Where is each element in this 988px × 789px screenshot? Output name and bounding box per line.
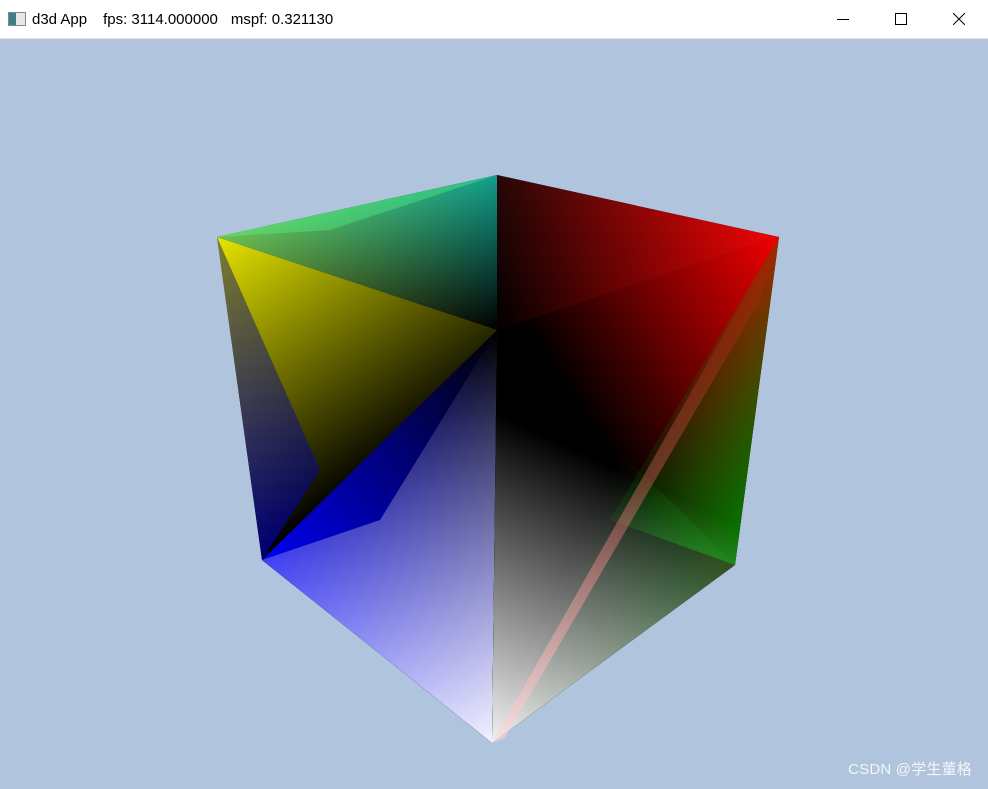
minimize-button[interactable] [814,0,872,38]
app-window: d3d App fps: 3114.000000 mspf: 0.321130 [0,0,988,789]
fps-readout: fps: 3114.000000 [103,10,218,28]
maximize-button[interactable] [872,0,930,38]
title-bar[interactable]: d3d App fps: 3114.000000 mspf: 0.321130 [0,0,988,39]
watermark-text: CSDN @学生董格 [848,761,972,778]
app-title: d3d App [32,10,88,28]
mspf-readout: mspf: 0.321130 [230,10,334,28]
render-viewport[interactable]: CSDN @学生董格 [0,39,988,789]
maximize-icon [895,13,907,25]
close-icon [953,13,965,25]
app-icon [8,12,26,26]
close-button[interactable] [930,0,988,38]
minimize-icon [837,19,849,20]
color-cube [217,175,779,743]
window-controls [814,0,988,38]
